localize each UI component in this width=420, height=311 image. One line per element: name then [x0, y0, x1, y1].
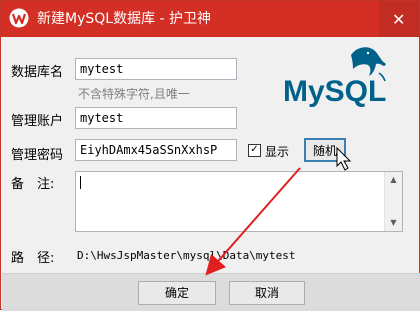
dbname-hint: 不含特殊字符,且唯一	[78, 87, 190, 101]
button-bar: 确定 取消	[2, 273, 420, 311]
app-logo-icon	[9, 8, 29, 28]
dbname-label: 数据库名	[11, 65, 64, 80]
window-title: 新建MySQL数据库 - 护卫神	[37, 11, 212, 27]
scroll-up-icon[interactable]: ▲	[385, 172, 402, 188]
path-label: 路 径:	[11, 251, 55, 266]
remark-textarea[interactable]: ▲ ▼	[75, 171, 403, 232]
close-button[interactable]: ✕	[379, 1, 419, 37]
dialog-window: 新建MySQL数据库 - 护卫神 ✕ MySQL 数据库名 mytest 不含特…	[0, 0, 420, 311]
cancel-button[interactable]: 取消	[229, 281, 305, 305]
scroll-down-icon[interactable]: ▼	[385, 215, 402, 231]
dbname-input[interactable]: mytest	[75, 58, 237, 80]
title-bar: 新建MySQL数据库 - 护卫神 ✕	[1, 1, 419, 37]
mysql-wordmark: MySQL	[283, 75, 386, 108]
show-password-label: 显示	[265, 145, 290, 159]
close-icon: ✕	[392, 10, 406, 29]
account-label: 管理账户	[11, 114, 64, 129]
path-value: D:\HwsJspMaster\mysql\Data\mytest	[77, 249, 296, 262]
account-input[interactable]: mytest	[75, 107, 237, 129]
remark-label: 备 注:	[11, 177, 55, 192]
mysql-logo: MySQL	[283, 47, 386, 108]
text-caret	[80, 176, 81, 189]
ok-button[interactable]: 确定	[138, 281, 216, 305]
remark-scrollbar[interactable]: ▲ ▼	[384, 172, 402, 231]
password-label: 管理密码	[11, 148, 64, 163]
show-password-checkbox[interactable]: ✓	[248, 144, 261, 157]
random-password-button[interactable]: 随机	[304, 138, 346, 162]
password-input[interactable]: EiyhDAmx45aSSnXxhsP	[75, 139, 237, 161]
